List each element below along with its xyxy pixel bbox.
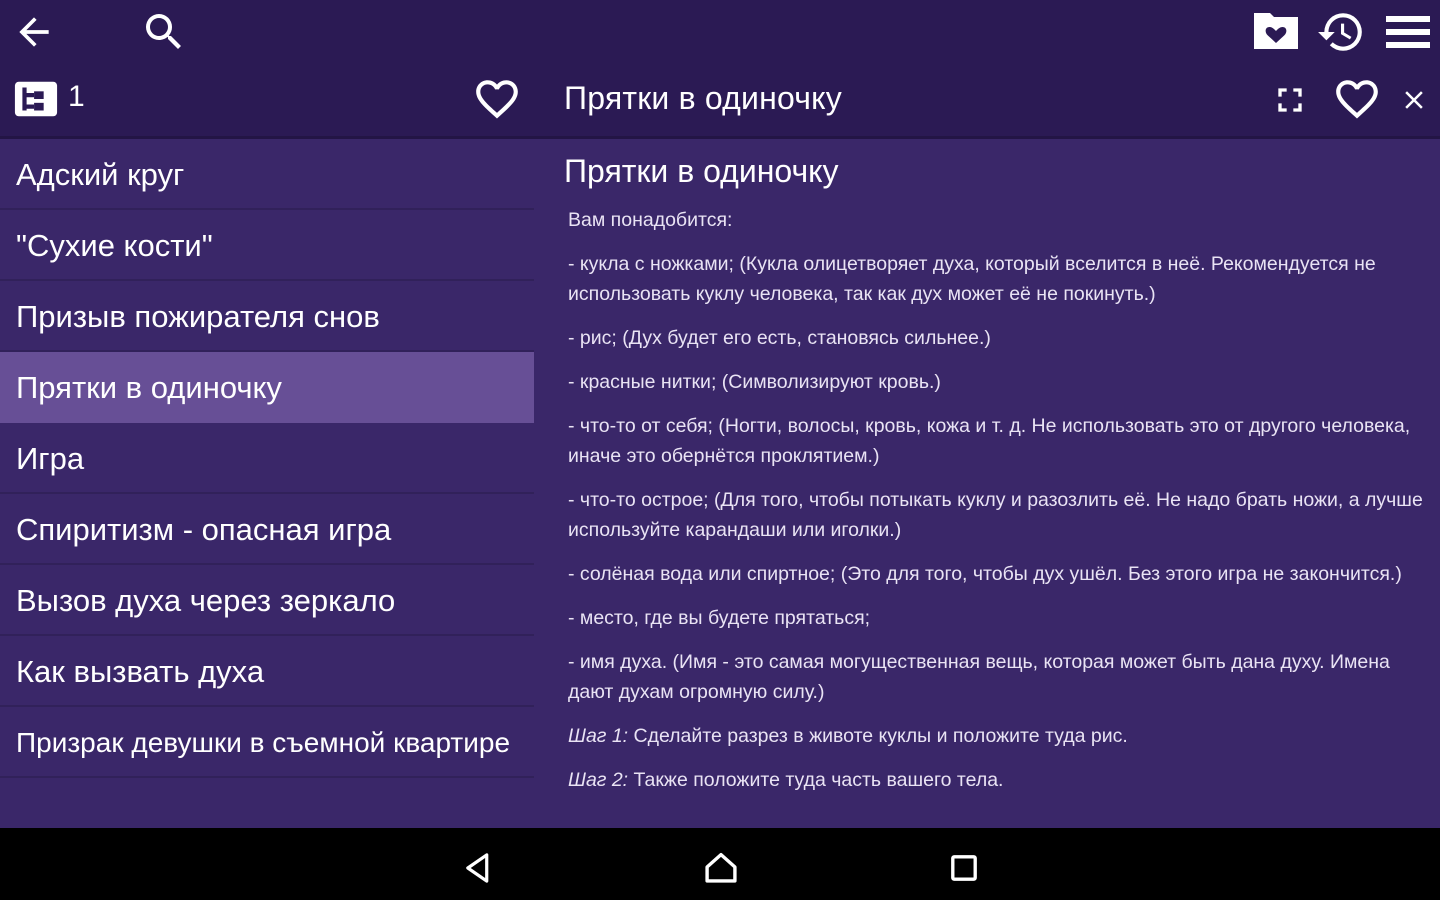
article-paragraph: - рис; (Дух будет его есть, становясь си… [568,327,991,349]
list-item-label: "Сухие кости" [16,227,213,263]
article-body: Вам понадобится: - кукла с ножками; (Кук… [568,205,1428,809]
list-item-label: Спиритизм - опасная игра [16,511,392,547]
list-item[interactable]: Игра [0,423,546,494]
list-item-label: Призрак девушки в съемной квартире [16,726,511,758]
article-step: Шаг 2: Также положите туда часть вашего … [568,765,1428,795]
article-title: Прятки в одиночку [564,153,839,189]
article-paragraph: - что-то от себя; (Ногти, волосы, кровь,… [568,415,1411,467]
article-paragraph: - место, где вы будете прятаться; [568,607,871,629]
article-paragraph: - что-то острое; (Для того, чтобы потыка… [568,489,1423,541]
article-detail[interactable]: Прятки в одиночку Вам понадобится: - кук… [546,139,1440,828]
history-icon[interactable] [1314,6,1368,58]
close-icon[interactable] [1396,82,1432,118]
favorite-list-icon[interactable] [470,72,524,126]
nav-back-icon[interactable] [456,846,500,890]
app-bar [0,0,1440,138]
folder-heart-icon[interactable] [1248,6,1304,56]
menu-icon[interactable] [1382,8,1434,56]
article-paragraph: - имя духа. (Имя - это самая могуществен… [568,651,1390,703]
article-list: Адский круг "Сухие кости" Призыв пожират… [0,139,546,828]
fullscreen-icon[interactable] [1268,78,1312,122]
nav-home-icon[interactable] [698,844,744,890]
list-item-label: Прятки в одиночку [16,369,282,405]
article-paragraph: - красные нитки; (Символизируют кровь.) [568,371,941,393]
list-item-label: Игра [16,440,85,476]
list-item[interactable]: Адский круг [0,139,546,210]
article-paragraph: - солёная вода или спиртное; (Это для то… [568,563,1402,585]
nav-recents-icon[interactable] [942,846,986,890]
list-divider [0,776,534,778]
list-item-label: Призыв пожирателя снов [16,298,380,334]
count-label: 1 [68,80,85,113]
search-icon[interactable] [138,6,190,58]
detail-toolbar-title: Прятки в одиночку [564,80,842,116]
article-step: Шаг 1: Сделайте разрез в животе куклы и … [568,721,1428,751]
list-item[interactable]: Призыв пожирателя снов [0,281,546,352]
step-label: Шаг 1: [568,725,629,747]
back-arrow-icon[interactable] [10,8,58,56]
step-text: Сделайте разрез в животе куклы и положит… [628,725,1128,747]
list-item[interactable]: Призрак девушки в съемной квартире [0,707,546,778]
article-paragraph: - кукла с ножками; (Кукла олицетворяет д… [568,253,1376,305]
list-item-selected[interactable]: Прятки в одиночку [0,352,534,423]
list-item-label: Адский круг [16,156,185,192]
step-label: Шаг 2: [568,769,629,791]
list-item[interactable]: "Сухие кости" [0,210,546,281]
list-item[interactable]: Как вызвать духа [0,636,546,707]
article-paragraph: Вам понадобится: [568,209,733,231]
favorite-detail-icon[interactable] [1330,72,1384,126]
step-text: Также положите туда часть вашего тела. [628,769,1004,791]
list-item[interactable]: Вызов духа через зеркало [0,565,546,636]
list-item-label: Вызов духа через зеркало [16,582,396,618]
list-item[interactable]: Спиритизм - опасная игра [0,494,546,565]
list-item-label: Как вызвать духа [16,653,265,689]
tree-icon[interactable] [12,78,60,120]
